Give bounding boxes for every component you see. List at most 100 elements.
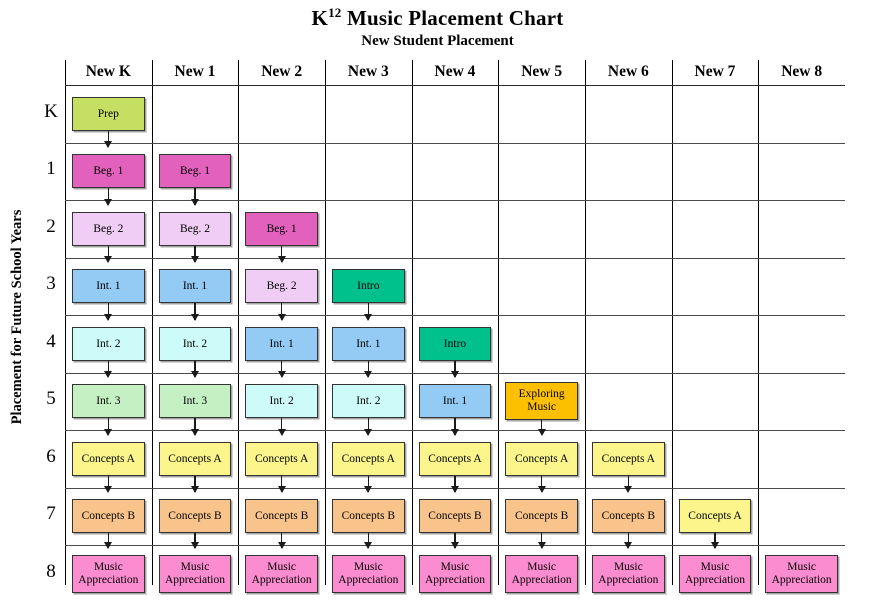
course-box-label: Concepts B <box>341 510 395 522</box>
course-box-concepts-a: Concepts A <box>418 441 492 476</box>
row-separator <box>65 315 845 316</box>
column-divider <box>758 60 760 585</box>
column-header-new-4: New 4 <box>434 63 476 80</box>
course-box-concepts-b: Concepts B <box>72 499 145 534</box>
course-box-label: Intro <box>443 337 467 350</box>
course-box-label: Concepts A <box>688 510 742 522</box>
connector-arrow <box>364 475 372 493</box>
connector-arrow <box>538 420 545 436</box>
course-box-label: Int. 2 <box>96 337 121 350</box>
column-header-new-7: New 7 <box>694 63 736 80</box>
course-box-concepts-b: Concepts B <box>418 499 492 534</box>
course-box-label: Concepts B <box>81 510 135 522</box>
course-box-label: Music Appreciation <box>251 560 312 586</box>
course-box-label: Beg. 2 <box>93 222 124 235</box>
course-box-intro: Intro <box>418 326 492 361</box>
course-box-label: Concepts A <box>341 452 395 465</box>
course-box-beg-1: Beg. 1 <box>245 211 318 246</box>
course-box-beg-2: Beg. 2 <box>158 211 232 246</box>
connector-arrow <box>451 475 459 493</box>
course-box-label: Concepts B <box>428 510 482 522</box>
course-box-concepts-b: Concepts B <box>245 499 318 534</box>
connector-arrow <box>104 188 112 206</box>
course-box-concepts-b: Concepts B <box>592 499 665 534</box>
connector-arrow <box>451 533 459 549</box>
grid-left-border <box>65 60 66 585</box>
course-box-beg-2: Beg. 2 <box>72 211 145 246</box>
connector-arrow <box>451 418 459 436</box>
row-separator <box>65 200 845 201</box>
course-box-label: Prep <box>97 107 119 120</box>
course-box-label: Int. 2 <box>182 337 208 350</box>
connector-arrow <box>104 245 112 263</box>
row-label-1: 1 <box>46 158 56 180</box>
column-header-new-k: New K <box>85 63 131 80</box>
column-divider <box>585 60 586 585</box>
course-box-music-appreciation: Music Appreciation <box>245 554 318 593</box>
row-separator <box>65 142 845 144</box>
course-box-concepts-b: Concepts B <box>505 499 578 534</box>
course-box-label: Int. 3 <box>96 395 121 407</box>
course-box-label: Concepts A <box>254 452 309 465</box>
course-box-label: Concepts A <box>168 452 222 465</box>
course-box-exploring-music: Exploring Music <box>505 382 578 421</box>
course-box-label: Int. 1 <box>182 280 208 292</box>
course-box-concepts-a: Concepts A <box>505 441 578 476</box>
connector-arrow <box>191 303 199 321</box>
row-label-4: 4 <box>46 330 56 352</box>
course-box-label: Beg. 1 <box>93 165 124 177</box>
row-label-k: K <box>44 100 58 122</box>
course-box-concepts-b: Concepts B <box>158 499 232 534</box>
course-box-label: Concepts B <box>254 510 309 522</box>
course-box-label: Concepts A <box>601 452 655 465</box>
course-box-label: Int. 1 <box>356 337 381 350</box>
connector-arrow <box>364 360 372 378</box>
connector-arrow <box>104 418 112 436</box>
course-box-int-2: Int. 2 <box>245 384 318 419</box>
row-label-8: 8 <box>46 560 56 582</box>
course-box-music-appreciation: Music Appreciation <box>592 554 665 593</box>
course-box-label: Beg. 2 <box>266 280 297 292</box>
course-box-concepts-b: Concepts B <box>332 499 405 534</box>
connector-arrow <box>104 533 112 549</box>
column-divider <box>411 60 413 585</box>
course-box-int-3: Int. 3 <box>158 384 232 419</box>
course-box-label: Concepts B <box>601 510 655 522</box>
connector-arrow <box>104 360 112 378</box>
connector-arrow <box>191 418 199 436</box>
course-box-concepts-a: Concepts A <box>245 441 318 476</box>
column-header-new-3: New 3 <box>347 63 389 80</box>
course-box-label: Beg. 1 <box>266 222 297 235</box>
course-box-label: Exploring Music <box>518 388 565 414</box>
connector-arrow <box>191 188 199 206</box>
connector-arrow <box>278 475 285 493</box>
course-box-label: Concepts A <box>428 452 482 465</box>
column-divider <box>498 60 500 585</box>
course-box-label: Concepts A <box>514 452 569 465</box>
course-box-beg-1: Beg. 1 <box>72 154 145 189</box>
course-box-label: Int. 2 <box>269 395 294 407</box>
connector-arrow <box>624 533 632 549</box>
course-box-int-1: Int. 1 <box>72 269 145 304</box>
course-box-concepts-a: Concepts A <box>72 441 145 476</box>
column-header-new-2: New 2 <box>261 63 303 80</box>
column-header-new-5: New 5 <box>521 63 563 80</box>
course-box-int-2: Int. 2 <box>332 384 405 419</box>
connector-arrow <box>278 533 285 549</box>
course-box-label: Music Appreciation <box>598 560 659 586</box>
course-box-label: Music Appreciation <box>78 560 139 586</box>
course-box-label: Music Appreciation <box>511 560 572 586</box>
course-box-intro: Intro <box>332 269 405 304</box>
column-header-new-8: New 8 <box>781 63 823 80</box>
course-box-int-2: Int. 2 <box>72 326 145 361</box>
course-box-label: Concepts A <box>81 452 135 465</box>
connector-arrow <box>364 533 372 549</box>
row-label-3: 3 <box>46 273 56 295</box>
column-divider <box>238 60 240 585</box>
course-box-beg-2: Beg. 2 <box>245 269 318 304</box>
course-box-label: Int. 1 <box>269 337 294 350</box>
course-box-music-appreciation: Music Appreciation <box>418 554 492 593</box>
course-box-label: Concepts B <box>514 510 569 522</box>
course-box-label: Int. 1 <box>96 280 121 292</box>
course-box-label: Music Appreciation <box>684 560 745 586</box>
